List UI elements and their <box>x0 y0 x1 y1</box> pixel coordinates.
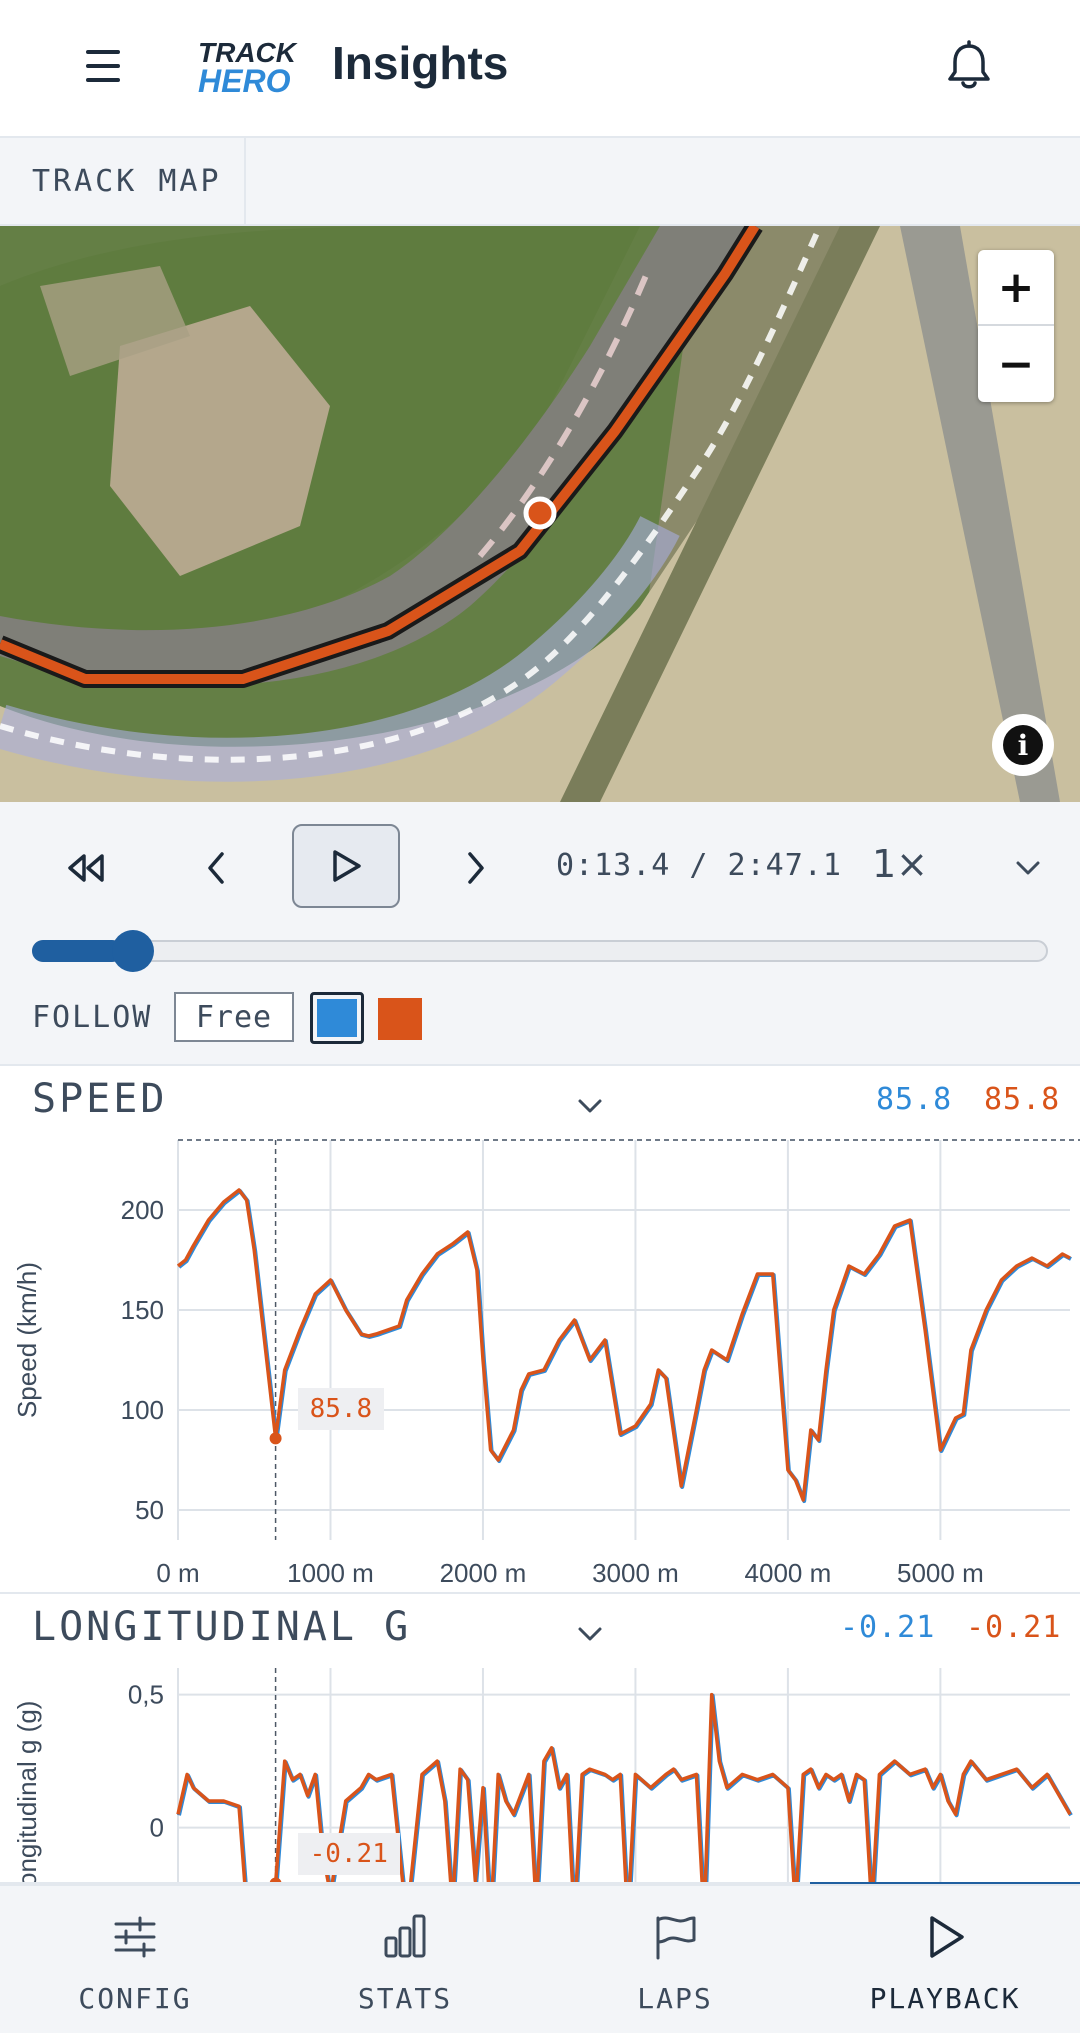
y-tick-label: 150 <box>121 1295 164 1325</box>
follow-car-b-swatch[interactable] <box>378 998 422 1040</box>
y-axis-label: Speed (km/h) <box>12 1262 42 1418</box>
x-tick-label: 5000 m <box>897 1558 984 1588</box>
zoom-control: + − <box>978 250 1054 402</box>
x-tick-label: 1000 m <box>287 1558 374 1588</box>
y-tick-label: 200 <box>121 1195 164 1225</box>
tab-track-map[interactable]: TRACK MAP <box>0 138 246 224</box>
bar-chart-icon <box>384 1914 426 1958</box>
y-axis-label: Longitudinal g (g) <box>12 1701 42 1884</box>
y-tick-label: 0 <box>150 1813 164 1843</box>
nav-stats-label: STATS <box>357 1982 453 2015</box>
follow-free-button[interactable]: Free <box>174 992 294 1042</box>
playback-controls: 0:13.4 / 2:47.1 1× FOLLOW Free <box>0 802 1080 1066</box>
longitudinal-g-cursor-label: -0.21 <box>297 1833 400 1876</box>
flag-icon <box>656 1916 696 1960</box>
play-icon <box>333 850 361 882</box>
speed-chart[interactable]: 501001502000 m 1000 m 2000 m 3000 m 4000 m 50… <box>0 1066 1080 1594</box>
playback-slider-handle[interactable] <box>112 930 155 972</box>
hamburger-menu-icon[interactable] <box>86 50 122 84</box>
chevron-down-icon[interactable] <box>1014 854 1042 882</box>
bottom-navigation: CONFIG STATS LAPS PLAYBACK <box>0 1884 1080 2033</box>
playback-time: 0:13.4 / 2:47.1 <box>556 848 842 883</box>
longitudinal-g-panel: LONGITUDINAL G -0.21 -0.21 0,5 0 Longitudi… <box>0 1594 1080 1884</box>
nav-laps-label: LAPS <box>637 1982 713 2015</box>
x-tick-label: 4000 m <box>745 1558 832 1588</box>
follow-label: FOLLOW <box>32 1000 153 1035</box>
nav-laps[interactable]: LAPS <box>540 1886 810 2033</box>
chevron-left-icon[interactable] <box>204 850 228 886</box>
x-tick-label: 2000 m <box>440 1558 527 1588</box>
playback-slider-fill <box>32 940 124 962</box>
nav-config[interactable]: CONFIG <box>0 1886 270 2033</box>
map-info-button[interactable]: i <box>992 714 1054 776</box>
satellite-map-image <box>0 226 1080 802</box>
zoom-out-button[interactable]: − <box>978 326 1054 402</box>
zoom-in-button[interactable]: + <box>978 250 1054 326</box>
nav-playback-label: PLAYBACK <box>869 1982 1021 2015</box>
longitudinal-g-chart[interactable]: 0,5 0 Longitudinal g (g) <box>0 1594 1080 1884</box>
playback-speed[interactable]: 1× <box>872 842 928 886</box>
speed-cursor-label: 85.8 <box>297 1388 385 1431</box>
nav-config-label: CONFIG <box>78 1982 192 2015</box>
bell-icon[interactable] <box>944 40 994 92</box>
info-icon: i <box>1003 725 1043 765</box>
track-hero-logo: TRACK HERO <box>198 37 298 98</box>
follow-car-a-swatch[interactable] <box>310 992 364 1044</box>
play-button[interactable] <box>292 824 400 908</box>
logo-line2: HERO <box>198 63 291 98</box>
y-tick-label: 100 <box>121 1395 164 1425</box>
series-line-car-a <box>177 1189 1072 1503</box>
nav-playback[interactable]: PLAYBACK <box>810 1886 1080 2033</box>
nav-stats[interactable]: STATS <box>270 1886 540 2033</box>
speed-panel: SPEED 85.8 85.8 50 100 150 200 0 m 1000 m 2000… <box>0 1066 1080 1594</box>
y-tick-label: 0,5 <box>128 1680 164 1710</box>
rewind-icon[interactable] <box>64 850 108 886</box>
x-tick-label: 3000 m <box>592 1558 679 1588</box>
x-tick-label: 0 m <box>156 1558 199 1588</box>
chevron-right-icon[interactable] <box>464 850 488 886</box>
page-title: Insights <box>332 37 509 89</box>
y-tick-label: 50 <box>135 1495 164 1525</box>
car-position-marker <box>523 496 557 530</box>
playback-slider[interactable] <box>32 940 1048 962</box>
cursor-point <box>269 1432 282 1445</box>
play-icon <box>930 1916 964 1958</box>
tab-strip: TRACK MAP <box>0 138 1080 226</box>
series-line-car-b <box>176 1188 1071 1502</box>
track-map[interactable]: + − i <box>0 226 1080 802</box>
sliders-icon <box>114 1916 156 1958</box>
app-header: TRACK HERO Insights <box>0 0 1080 138</box>
